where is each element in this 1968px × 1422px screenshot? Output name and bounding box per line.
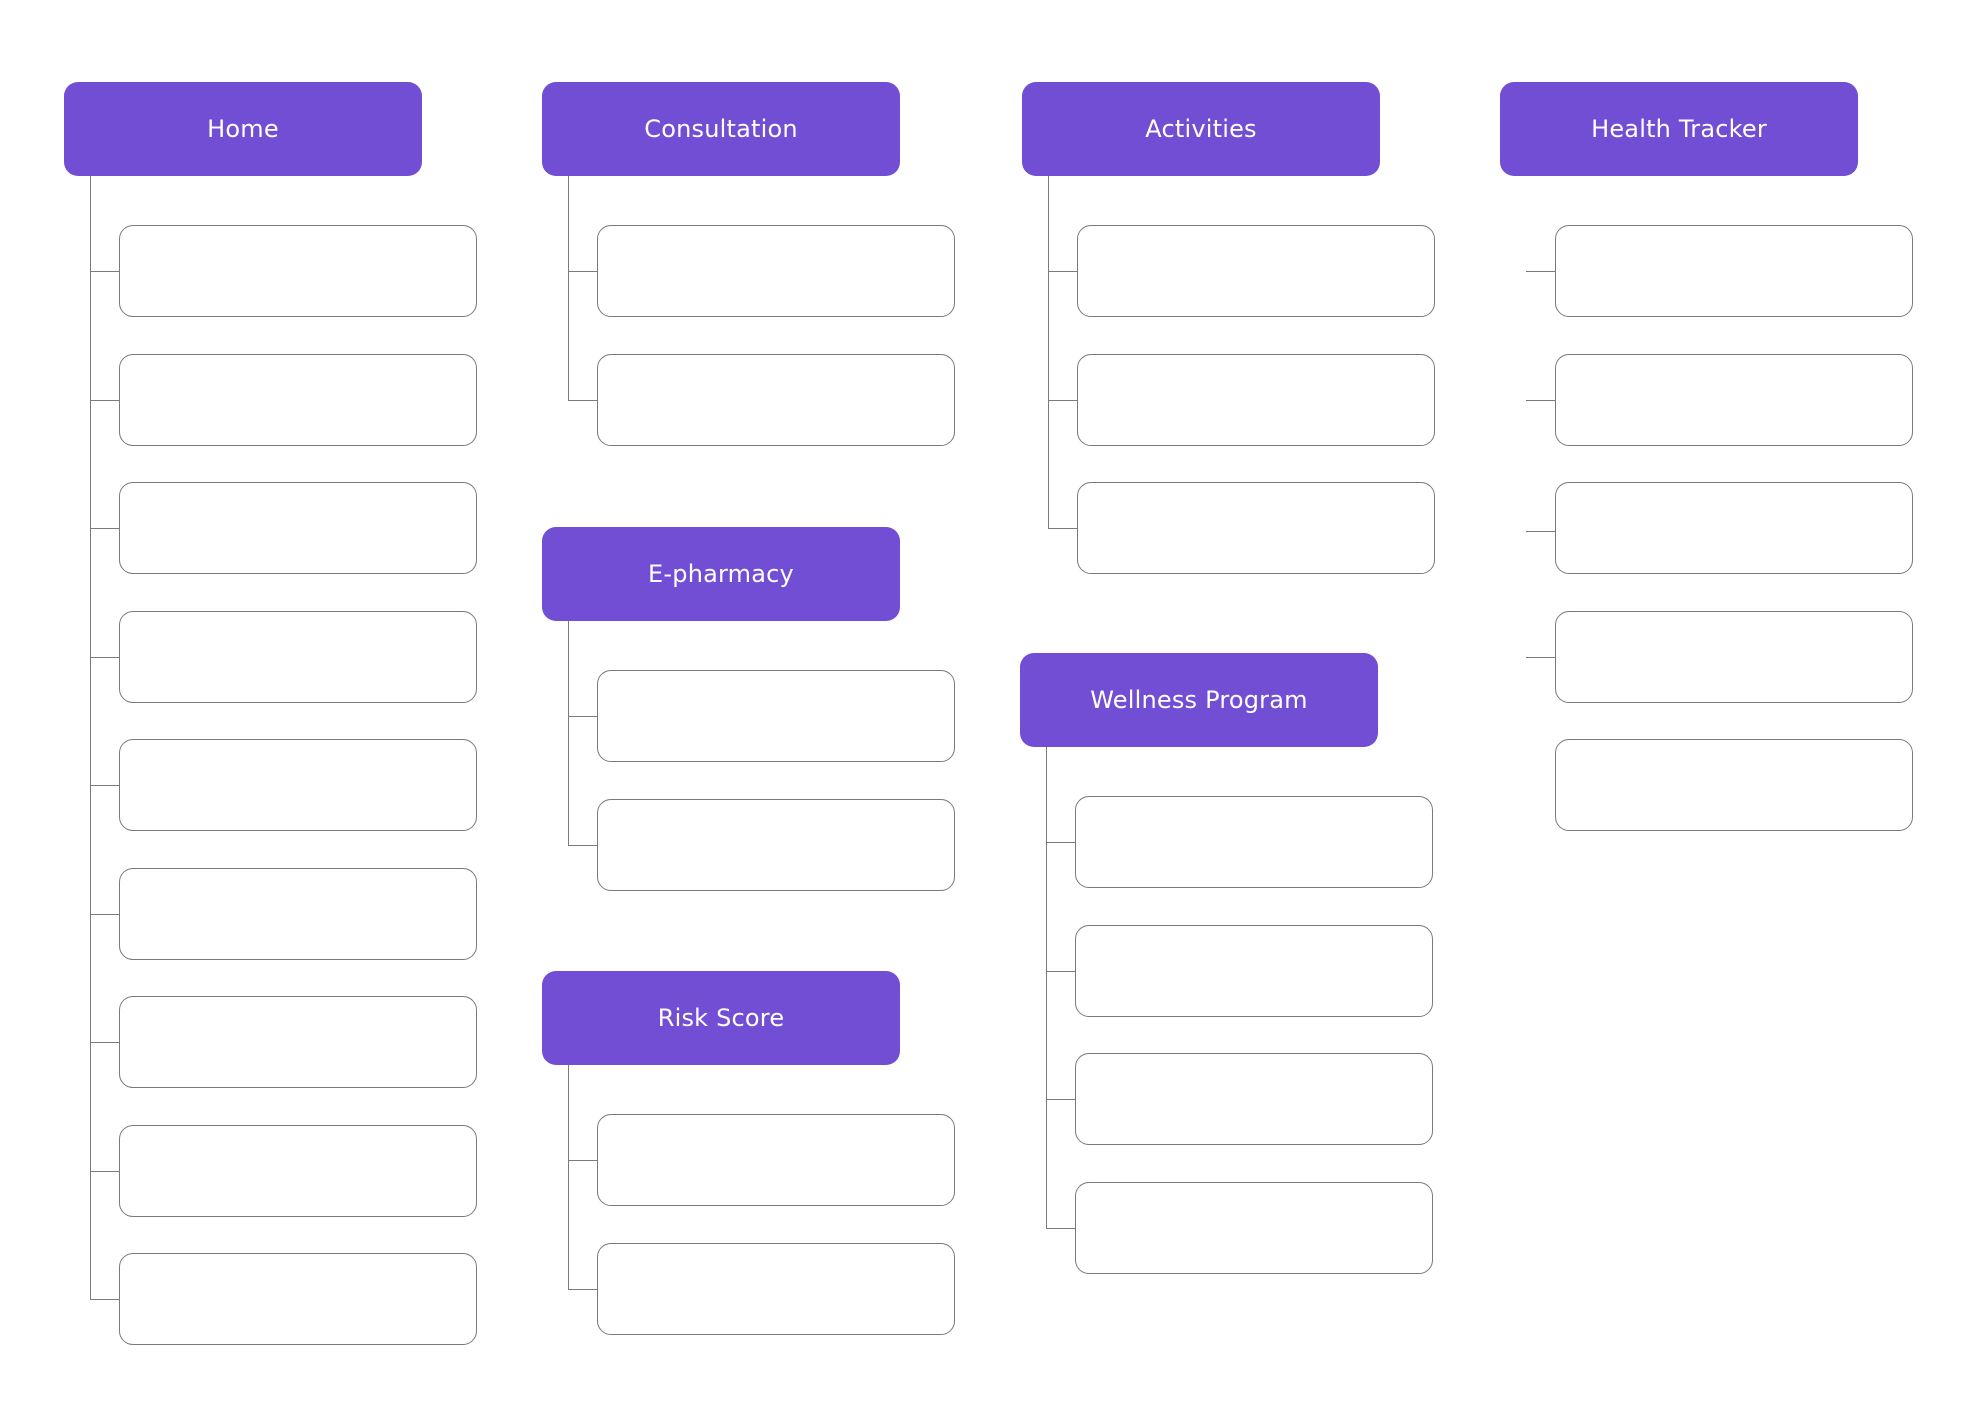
activities-child-box [1077,354,1435,446]
risk-score-connector-spine [568,1065,569,1289]
health-tracker-child-box [1555,611,1913,703]
health-tracker-header: Health Tracker [1500,82,1858,176]
home-connector-branch [90,1171,119,1172]
risk-score-header: Risk Score [542,971,900,1065]
e-pharmacy-connector-branch [568,716,597,717]
activities-connector-spine [1048,176,1049,528]
home-connector-branch [90,1042,119,1043]
e-pharmacy-connector-spine [568,621,569,845]
home-connector-branch [90,1299,119,1300]
consultation-connector-branch [568,400,597,401]
home-connector-branch [90,400,119,401]
wellness-program-child-box [1075,1053,1433,1145]
sitemap-diagram: Home Consultation E-pharmacy Risk Score Acti… [0,0,1968,1422]
consultation-header: Consultation [542,82,900,176]
home-child-box [119,354,477,446]
home-child-box [119,996,477,1088]
consultation-child-box [597,225,955,317]
activities-header: Activities [1022,82,1380,176]
risk-score-child-box [597,1243,955,1335]
consultation-connector-branch [568,271,597,272]
health-tracker-connector-stub [1526,657,1555,658]
home-child-box [119,739,477,831]
wellness-program-connector-spine [1046,747,1047,1228]
activities-connector-branch [1048,528,1077,529]
health-tracker-child-box [1555,482,1913,574]
wellness-program-child-box [1075,1182,1433,1274]
home-child-box [119,1253,477,1345]
home-connector-branch [90,914,119,915]
home-child-box [119,225,477,317]
risk-score-connector-branch [568,1289,597,1290]
activities-connector-branch [1048,271,1077,272]
wellness-program-connector-branch [1046,1099,1075,1100]
home-child-box [119,482,477,574]
wellness-program-connector-branch [1046,1228,1075,1229]
e-pharmacy-child-box [597,799,955,891]
consultation-connector-spine [568,176,569,400]
home-connector-spine [90,176,91,1299]
wellness-program-header: Wellness Program [1020,653,1378,747]
home-header: Home [64,82,422,176]
health-tracker-child-box [1555,354,1913,446]
activities-connector-branch [1048,400,1077,401]
e-pharmacy-connector-branch [568,845,597,846]
wellness-program-connector-branch [1046,971,1075,972]
home-child-box [119,868,477,960]
health-tracker-child-box [1555,739,1913,831]
home-connector-branch [90,657,119,658]
health-tracker-connector-stub [1526,531,1555,532]
health-tracker-connector-stub [1526,400,1555,401]
wellness-program-connector-branch [1046,842,1075,843]
wellness-program-child-box [1075,925,1433,1017]
home-connector-branch [90,528,119,529]
health-tracker-connector-stub [1526,271,1555,272]
activities-child-box [1077,482,1435,574]
risk-score-child-box [597,1114,955,1206]
home-connector-branch [90,271,119,272]
activities-child-box [1077,225,1435,317]
health-tracker-child-box [1555,225,1913,317]
risk-score-connector-branch [568,1160,597,1161]
home-connector-branch [90,785,119,786]
e-pharmacy-child-box [597,670,955,762]
home-child-box [119,1125,477,1217]
consultation-child-box [597,354,955,446]
wellness-program-child-box [1075,796,1433,888]
home-child-box [119,611,477,703]
e-pharmacy-header: E-pharmacy [542,527,900,621]
